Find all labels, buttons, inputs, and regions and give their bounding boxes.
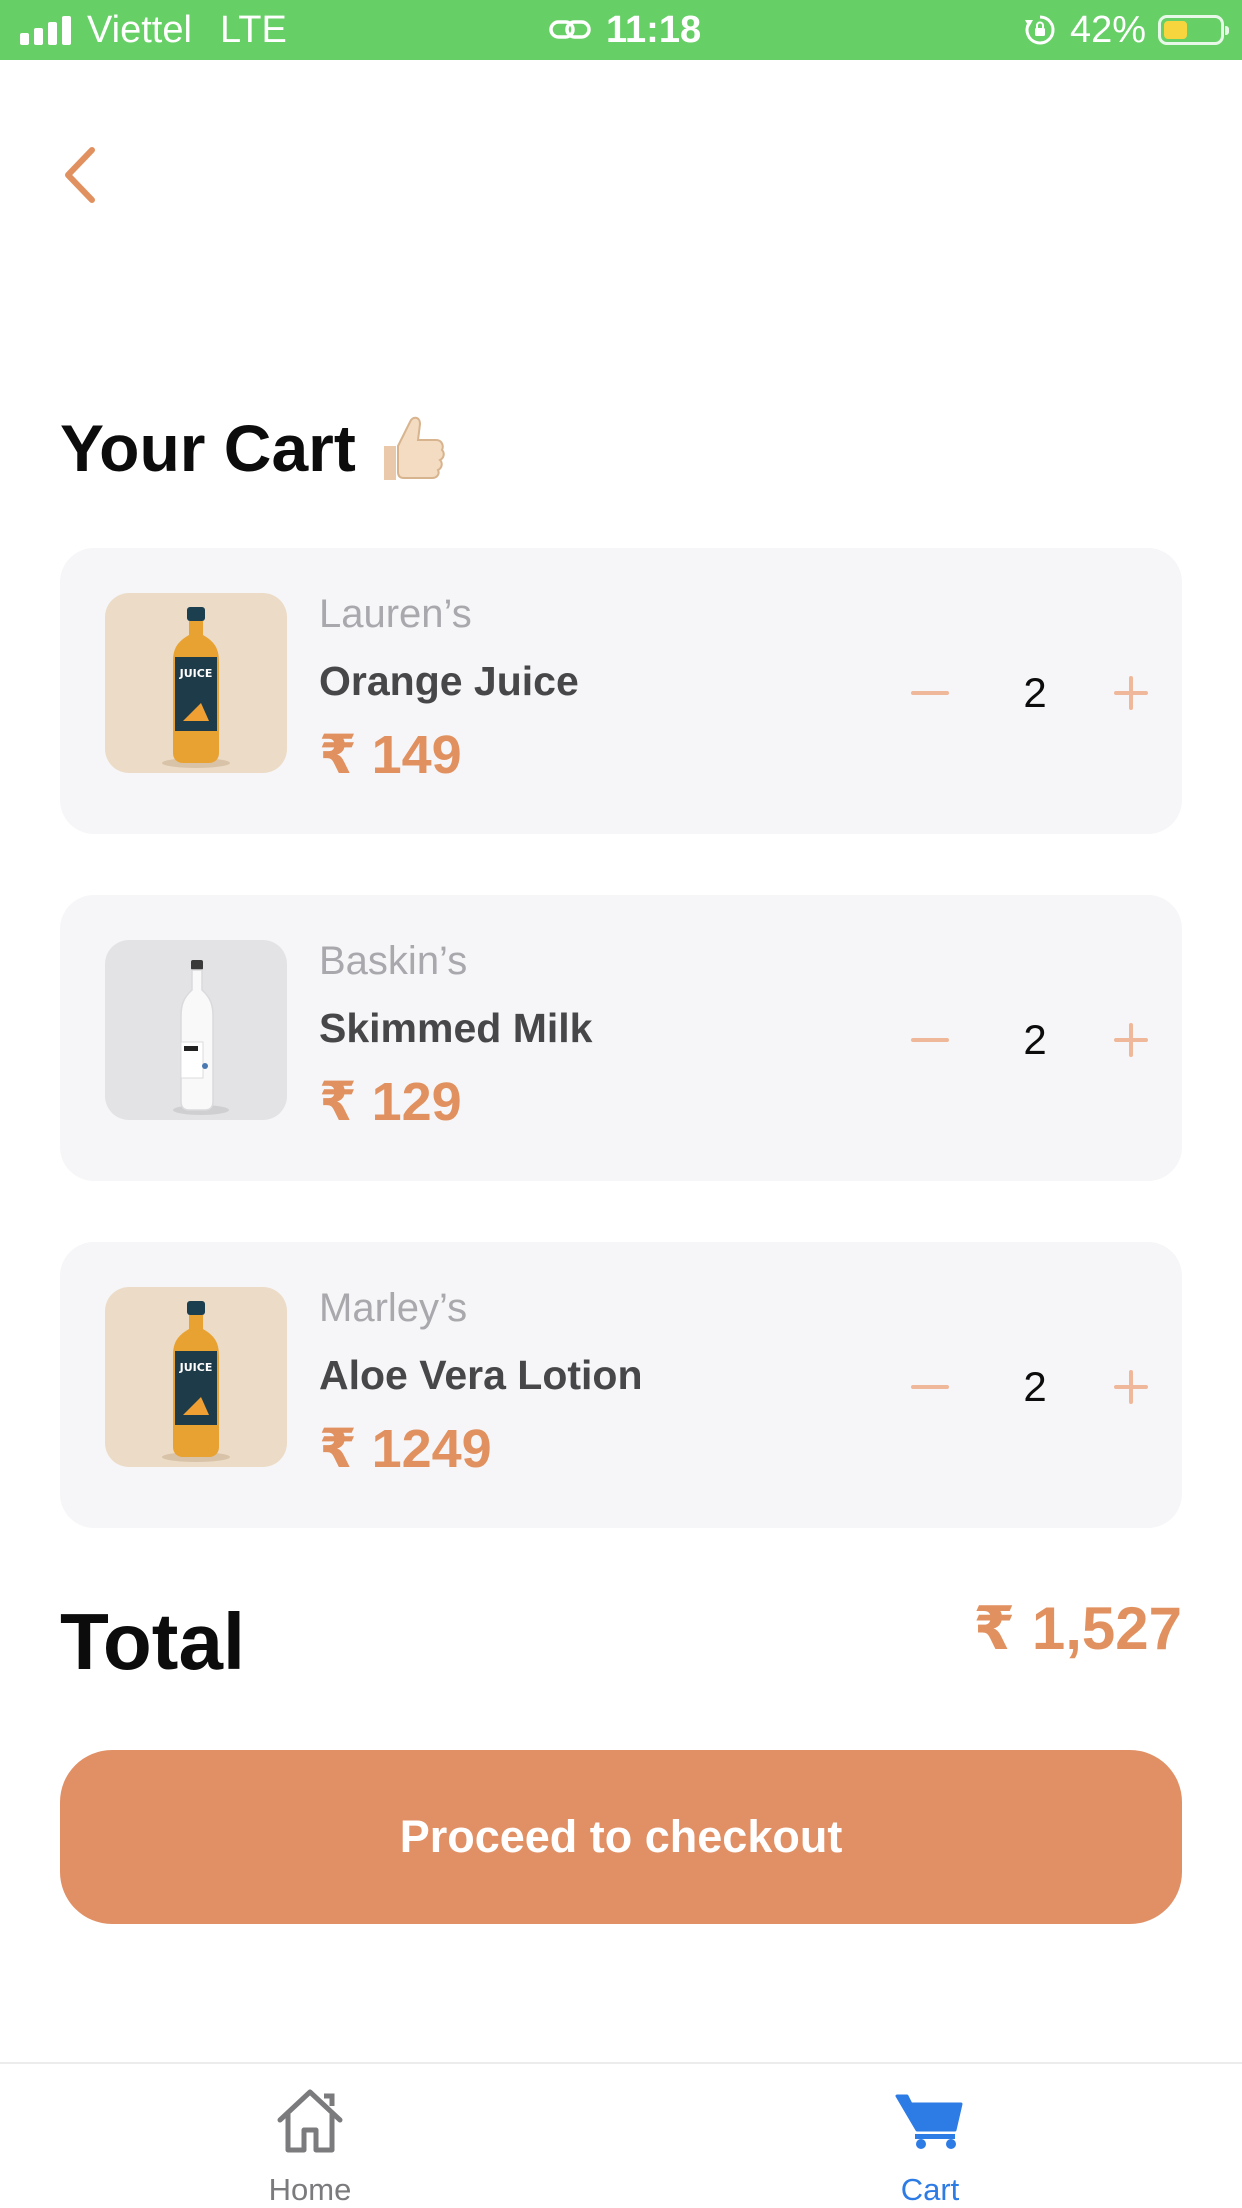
- item-name: Aloe Vera Lotion: [319, 1352, 643, 1398]
- item-price: ₹ 129: [319, 1072, 462, 1132]
- back-button[interactable]: [50, 140, 110, 210]
- nav-label-home: Home: [268, 2172, 352, 2207]
- page-title-text: Your Cart: [60, 411, 356, 485]
- item-name: Skimmed Milk: [319, 1005, 593, 1051]
- status-time: 11:18: [606, 8, 702, 51]
- quantity-value: 2: [1023, 1363, 1047, 1410]
- total-label: Total: [60, 1597, 246, 1686]
- orientation-lock-icon: [1024, 14, 1056, 46]
- nav-item-cart[interactable]: Cart: [830, 2064, 1030, 2208]
- checkout-button[interactable]: Proceed to checkout: [60, 1750, 1182, 1924]
- nav-item-home[interactable]: Home: [210, 2064, 410, 2208]
- network-type: LTE: [219, 8, 287, 51]
- quantity-value: 2: [1023, 669, 1047, 716]
- status-right: 42%: [1024, 0, 1229, 60]
- item-brand: Marley’s: [319, 1286, 468, 1330]
- thumbs-up-icon: [376, 412, 446, 484]
- svg-text:JUICE: JUICE: [179, 1361, 213, 1374]
- minus-icon: [911, 691, 949, 695]
- status-left: Viettel LTE: [20, 0, 287, 60]
- link-icon: [548, 17, 592, 43]
- decrease-quantity-button[interactable]: [895, 1352, 965, 1422]
- increase-quantity-button[interactable]: [1096, 1352, 1166, 1422]
- total-value: ₹ 1,527: [973, 1595, 1182, 1662]
- plus-icon: [1114, 1023, 1148, 1057]
- bottom-nav: Home Cart: [0, 2062, 1242, 2208]
- battery-percentage: 42%: [1069, 8, 1146, 51]
- svg-text:JUICE: JUICE: [179, 667, 213, 680]
- plus-icon: [1114, 676, 1148, 710]
- item-price: ₹ 1249: [319, 1419, 492, 1479]
- chevron-left-icon: [65, 147, 95, 203]
- status-center: 11:18: [548, 0, 701, 60]
- cart-item: JUICE Lauren’s Orange Juice ₹ 149 2: [60, 548, 1182, 834]
- cart-item: Baskin’s Skimmed Milk ₹ 129 2: [60, 895, 1182, 1181]
- checkout-button-label: Proceed to checkout: [399, 1811, 843, 1862]
- plus-icon: [1114, 1370, 1148, 1404]
- increase-quantity-button[interactable]: [1096, 658, 1166, 728]
- milk-bottle-image: [105, 940, 287, 1120]
- page-title: Your Cart: [60, 408, 446, 488]
- cart-item: JUICE Marley’s Aloe Vera Lotion ₹ 1249 2: [60, 1242, 1182, 1528]
- nav-label-cart: Cart: [900, 2172, 960, 2207]
- item-name: Orange Juice: [319, 658, 579, 704]
- item-brand: Lauren’s: [319, 592, 472, 636]
- juice-bottle-image: JUICE: [105, 1287, 287, 1467]
- status-bar: Viettel LTE 11:18 42%: [0, 0, 1242, 60]
- increase-quantity-button[interactable]: [1096, 1005, 1166, 1075]
- cart-icon: [895, 2084, 965, 2156]
- decrease-quantity-button[interactable]: [895, 1005, 965, 1075]
- signal-icon: [20, 15, 71, 45]
- home-icon: [274, 2084, 346, 2156]
- quantity-value: 2: [1023, 1016, 1047, 1063]
- juice-bottle-image: JUICE: [105, 593, 287, 773]
- item-price: ₹ 149: [319, 725, 462, 785]
- battery-icon: [1158, 15, 1229, 45]
- carrier-name: Viettel: [87, 8, 192, 51]
- battery-level: [1164, 21, 1187, 39]
- minus-icon: [911, 1385, 949, 1389]
- minus-icon: [911, 1038, 949, 1042]
- item-brand: Baskin’s: [319, 939, 468, 983]
- decrease-quantity-button[interactable]: [895, 658, 965, 728]
